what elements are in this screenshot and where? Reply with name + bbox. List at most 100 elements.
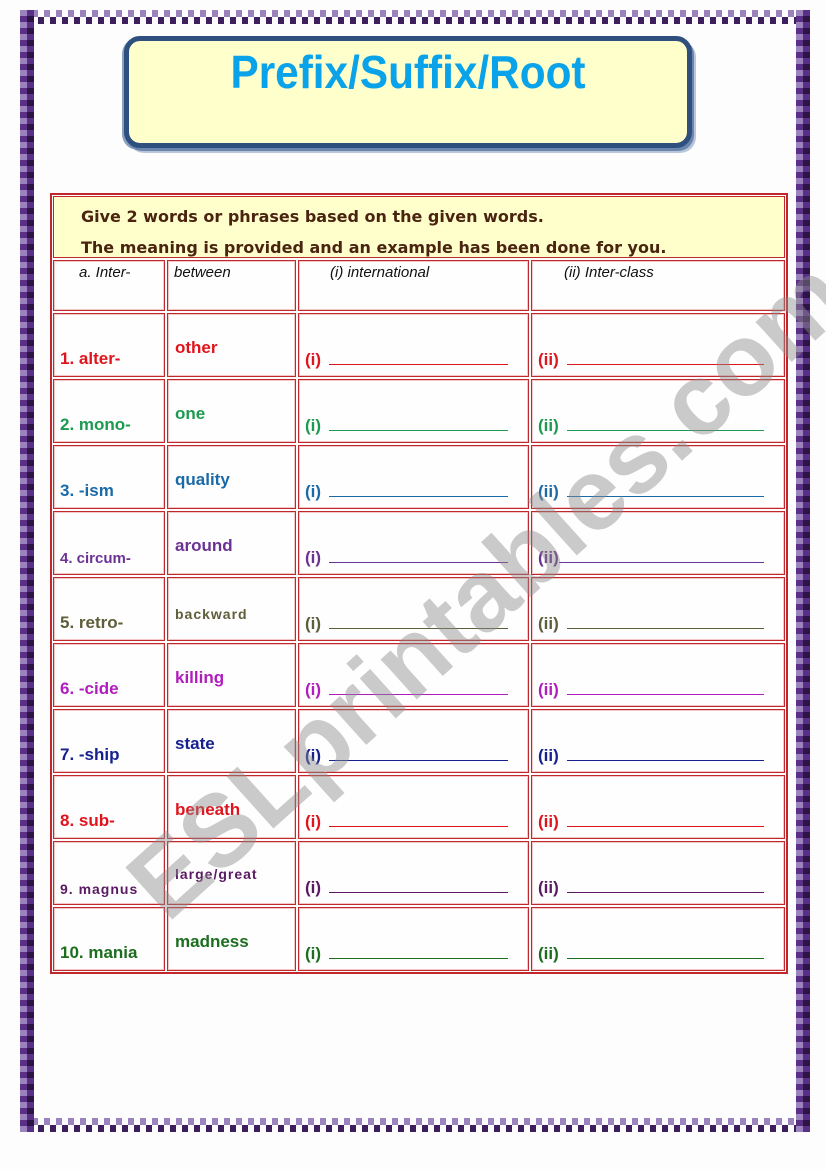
answer-ii-blank[interactable] [566,430,764,431]
meaning-text: large/great [175,866,258,882]
prefix-cell: 9. magnus [53,841,165,905]
answer-ii-cell: (ii) [531,643,785,707]
example-answer-ii: (ii) Inter-class [564,264,654,281]
answer-i: (i) [305,614,508,634]
answer-ii-blank[interactable] [566,958,764,959]
meaning-text: quality [175,470,230,489]
prefix-text: 6. -cide [60,679,119,698]
answer-ii-blank[interactable] [566,826,764,827]
prefix-text: 3. -ism [60,481,114,500]
answer-ii-cell: (ii) [531,709,785,773]
example-prefix: a. Inter- [79,264,131,281]
answer-ii-blank[interactable] [558,562,764,563]
answer-ii-blank[interactable] [566,694,764,695]
worksheet-table: Give 2 words or phrases based on the giv… [50,193,788,974]
meaning-text: killing [175,668,225,687]
title-box: Prefix/Suffix/Root [124,36,692,148]
answer-i-blank[interactable] [329,364,508,365]
answer-ii-label: (ii) [538,482,559,501]
prefix-text: 4. circum- [60,550,131,567]
answer-ii-cell: (ii) [531,577,785,641]
prefix-cell: 8. sub- [53,775,165,839]
answer-ii-label: (ii) [538,944,559,963]
answer-i-blank[interactable] [329,694,508,695]
answer-i: (i) [305,350,508,370]
answer-ii-blank[interactable] [566,760,764,761]
example-answer-i: (i) international [330,264,430,281]
answer-i-cell: (i) [298,775,529,839]
answer-i: (i) [305,482,508,502]
table-row: 9. magnus large/great (i) (ii) [53,841,785,905]
answer-i-blank[interactable] [329,892,508,893]
prefix-text: 9. magnus [60,881,139,897]
prefix-cell: 10. mania [53,907,165,971]
meaning-cell: around [167,511,296,575]
table-row: 10. mania madness (i) (ii) [53,907,785,971]
example-answer-i-cell: (i) international [298,260,529,311]
answer-i-label: (i) [305,680,322,699]
meaning-text: around [175,536,233,555]
prefix-text: 1. alter- [60,349,121,368]
meaning-cell: quality [167,445,296,509]
answer-ii-blank[interactable] [566,496,764,497]
answer-i-label: (i) [305,614,322,633]
answer-i-blank[interactable] [329,562,508,563]
answer-i-label: (i) [305,548,322,567]
example-row: a. Inter- between (i) international (ii)… [53,260,785,311]
answer-i-label: (i) [305,944,322,963]
instruction-line-2: The meaning is provided and an example h… [81,238,667,257]
answer-ii: (ii) [538,548,764,568]
answer-i-cell: (i) [298,379,529,443]
answer-i-cell: (i) [298,907,529,971]
example-answer-ii-cell: (ii) Inter-class [531,260,785,311]
table-row: 6. -cide killing (i) (ii) [53,643,785,707]
answer-ii-label: (ii) [538,746,559,765]
answer-i-blank[interactable] [329,430,508,431]
answer-i-blank[interactable] [329,826,508,827]
answer-ii-blank[interactable] [566,364,764,365]
prefix-cell: 6. -cide [53,643,165,707]
answer-i-cell: (i) [298,445,529,509]
answer-ii-label: (ii) [538,416,559,435]
answer-ii-blank[interactable] [566,892,764,893]
table-row: 8. sub- beneath (i) (ii) [53,775,785,839]
answer-i-blank[interactable] [329,628,508,629]
answer-i: (i) [305,548,508,568]
answer-i-cell: (i) [298,709,529,773]
answer-ii: (ii) [538,812,764,832]
answer-ii: (ii) [538,746,764,766]
instruction-line-1: Give 2 words or phrases based on the giv… [81,207,544,226]
meaning-text: madness [175,932,249,951]
prefix-text: 10. mania [60,943,138,962]
answer-ii-label: (ii) [538,614,559,633]
answer-i-blank[interactable] [329,496,508,497]
prefix-cell: 4. circum- [53,511,165,575]
answer-i-blank[interactable] [329,760,508,761]
meaning-cell: other [167,313,296,377]
answer-ii-label: (ii) [538,350,559,369]
answer-i-blank[interactable] [329,958,508,959]
answer-ii-cell: (ii) [531,313,785,377]
answer-ii-label: (ii) [538,680,559,699]
meaning-cell: one [167,379,296,443]
prefix-text: 8. sub- [60,811,115,830]
prefix-text: 5. retro- [60,613,124,632]
answer-ii-cell: (ii) [531,379,785,443]
table-row: 1. alter- other (i) (ii) [53,313,785,377]
example-meaning: between [174,264,231,281]
prefix-text: 2. mono- [60,415,131,434]
meaning-text: beneath [175,800,241,819]
table-row: 4. circum- around (i) (ii) [53,511,785,575]
prefix-cell: 3. -ism [53,445,165,509]
page-title: Prefix/Suffix/Root [230,46,586,98]
answer-i-label: (i) [305,482,322,501]
answer-i-label: (i) [305,746,322,765]
answer-ii-cell: (ii) [531,841,785,905]
prefix-text: 7. -ship [60,745,120,764]
answer-i: (i) [305,416,508,436]
answer-i-cell: (i) [298,313,529,377]
meaning-cell: beneath [167,775,296,839]
answer-ii-blank[interactable] [566,628,764,629]
answer-i: (i) [305,878,508,898]
example-meaning-cell: between [167,260,296,311]
